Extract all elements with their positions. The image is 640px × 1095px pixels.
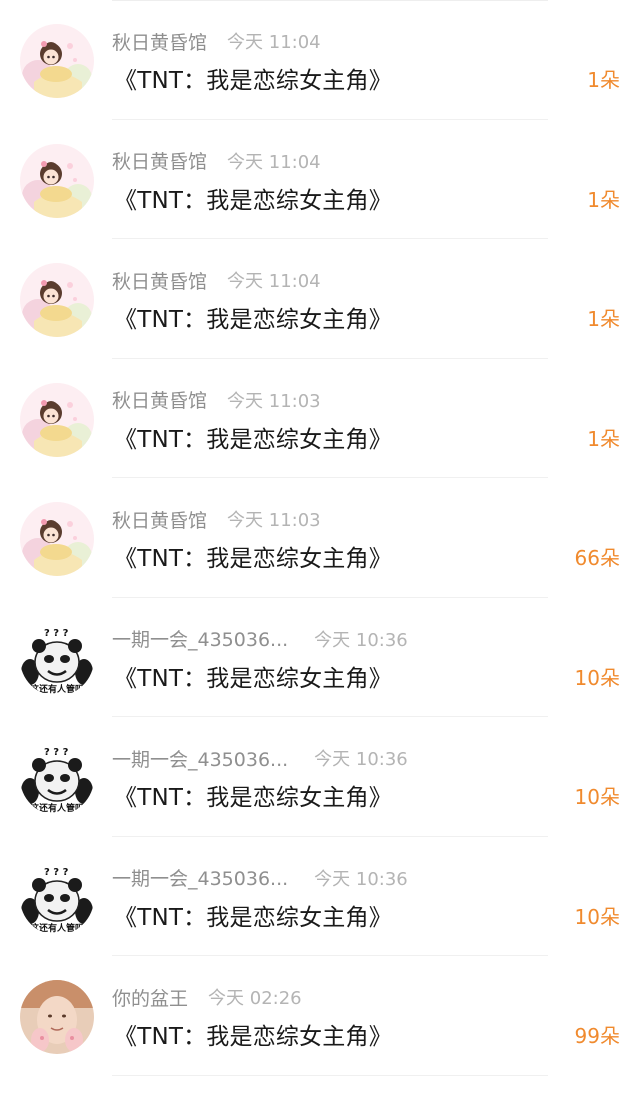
item-meta: 秋日黄昏馆 今天 11:04: [112, 267, 321, 293]
list-item[interactable]: 秋日黄昏馆 今天 11:04 《TNT：我是恋综女主角》 1朵: [0, 0, 640, 120]
book-title[interactable]: 《TNT：我是恋综女主角》: [114, 539, 392, 573]
row-divider: [112, 1074, 548, 1076]
username[interactable]: 秋日黄昏馆: [112, 386, 207, 413]
avatar[interactable]: [20, 980, 94, 1054]
username[interactable]: 秋日黄昏馆: [112, 28, 207, 55]
avatar[interactable]: [20, 143, 94, 218]
timestamp: 今天 11:04: [227, 151, 321, 173]
book-title[interactable]: 《TNT：我是恋综女主角》: [114, 1017, 392, 1051]
anime-girl-avatar: [20, 502, 94, 576]
timestamp: 今天 11:04: [227, 32, 321, 53]
avatar[interactable]: ? ? ? 这还有人管吗: [20, 860, 94, 935]
username[interactable]: 一期一会_435036...: [112, 745, 288, 772]
flower-count: 1朵: [587, 68, 620, 92]
photo-avatar: [20, 980, 94, 1054]
timestamp: 今天 11:04: [227, 271, 321, 292]
panda-meme-avatar: ? ? ? 这还有人管吗: [20, 860, 94, 935]
list-item[interactable]: 你的盆王 今天 02:26 《TNT：我是恋综女主角》 99朵: [0, 956, 640, 1076]
panda-meme-avatar: ? ? ? 这还有人管吗: [20, 621, 94, 696]
username[interactable]: 秋日黄昏馆: [112, 506, 207, 533]
timestamp: 今天 11:03: [227, 510, 321, 531]
list-item[interactable]: ? ? ? 这还有人管吗 一期一会_435036... 今天 10:36 《TN…: [0, 598, 640, 717]
avatar[interactable]: [20, 382, 94, 457]
list-item[interactable]: 秋日黄昏馆 今天 11:04 《TNT：我是恋综女主角》 1朵: [0, 120, 640, 239]
list-item[interactable]: 秋日黄昏馆 今天 11:04 《TNT：我是恋综女主角》 1朵: [0, 239, 640, 359]
flower-count: 10朵: [574, 785, 620, 809]
timestamp: 今天 10:36: [314, 749, 408, 770]
anime-girl-avatar: [20, 382, 94, 457]
flower-count: 10朵: [574, 904, 620, 929]
item-meta: 一期一会_435036... 今天 10:36: [112, 745, 408, 771]
flower-count: 10朵: [574, 665, 620, 690]
list-item[interactable]: ? ? ? 这还有人管吗 一期一会_435036... 今天 10:36 《TN…: [0, 717, 640, 837]
item-meta: 秋日黄昏馆 今天 11:04: [112, 148, 321, 174]
svg-text:? ? ?: ? ? ?: [44, 867, 69, 878]
flower-count: 1朵: [587, 426, 620, 451]
svg-text:这还有人管吗: 这还有人管吗: [30, 802, 84, 814]
book-title[interactable]: 《TNT：我是恋综女主角》: [114, 181, 392, 215]
svg-text:这还有人管吗: 这还有人管吗: [30, 683, 84, 695]
item-meta: 一期一会_435036... 今天 10:36: [112, 865, 408, 891]
timestamp: 今天 02:26: [208, 988, 302, 1009]
avatar[interactable]: ? ? ? 这还有人管吗: [20, 741, 94, 815]
item-meta: 你的盆王 今天 02:26: [112, 984, 302, 1010]
svg-text:? ? ?: ? ? ?: [44, 628, 69, 639]
username[interactable]: 你的盆王: [112, 984, 188, 1011]
svg-text:这还有人管吗: 这还有人管吗: [30, 922, 84, 934]
gift-record-list: 秋日黄昏馆 今天 11:04 《TNT：我是恋综女主角》 1朵 秋日黄昏馆 今天…: [0, 0, 640, 1095]
timestamp: 今天 10:36: [314, 868, 408, 890]
timestamp: 今天 10:36: [314, 629, 408, 651]
panda-meme-avatar: ? ? ? 这还有人管吗: [20, 741, 94, 815]
flower-count: 99朵: [574, 1024, 620, 1048]
username[interactable]: 秋日黄昏馆: [112, 267, 207, 294]
book-title[interactable]: 《TNT：我是恋综女主角》: [114, 61, 392, 95]
anime-girl-avatar: [20, 143, 94, 218]
item-meta: 秋日黄昏馆 今天 11:04: [112, 28, 321, 54]
book-title[interactable]: 《TNT：我是恋综女主角》: [114, 778, 392, 812]
flower-count: 1朵: [587, 187, 620, 212]
flower-count: 66朵: [574, 546, 620, 570]
username[interactable]: 一期一会_435036...: [112, 625, 288, 652]
username[interactable]: 秋日黄昏馆: [112, 147, 207, 174]
book-title[interactable]: 《TNT：我是恋综女主角》: [114, 659, 392, 693]
avatar[interactable]: [20, 502, 94, 576]
list-item[interactable]: ? ? ? 这还有人管吗 一期一会_435036... 今天 10:36 《TN…: [0, 837, 640, 956]
svg-text:? ? ?: ? ? ?: [44, 747, 69, 758]
avatar[interactable]: [20, 24, 94, 98]
list-item[interactable]: 秋日黄昏馆 今天 11:03 《TNT：我是恋综女主角》 1朵: [0, 359, 640, 478]
item-meta: 秋日黄昏馆 今天 11:03: [112, 387, 321, 413]
timestamp: 今天 11:03: [227, 390, 321, 412]
avatar[interactable]: [20, 263, 94, 337]
item-meta: 秋日黄昏馆 今天 11:03: [112, 506, 321, 532]
book-title[interactable]: 《TNT：我是恋综女主角》: [114, 420, 392, 454]
anime-girl-avatar: [20, 24, 94, 98]
book-title[interactable]: 《TNT：我是恋综女主角》: [114, 300, 392, 334]
flower-count: 1朵: [587, 307, 620, 331]
item-meta: 一期一会_435036... 今天 10:36: [112, 626, 408, 652]
username[interactable]: 一期一会_435036...: [112, 864, 288, 891]
list-item[interactable]: 秋日黄昏馆 今天 11:03 《TNT：我是恋综女主角》 66朵: [0, 478, 640, 598]
avatar[interactable]: ? ? ? 这还有人管吗: [20, 621, 94, 696]
anime-girl-avatar: [20, 263, 94, 337]
book-title[interactable]: 《TNT：我是恋综女主角》: [114, 898, 392, 932]
